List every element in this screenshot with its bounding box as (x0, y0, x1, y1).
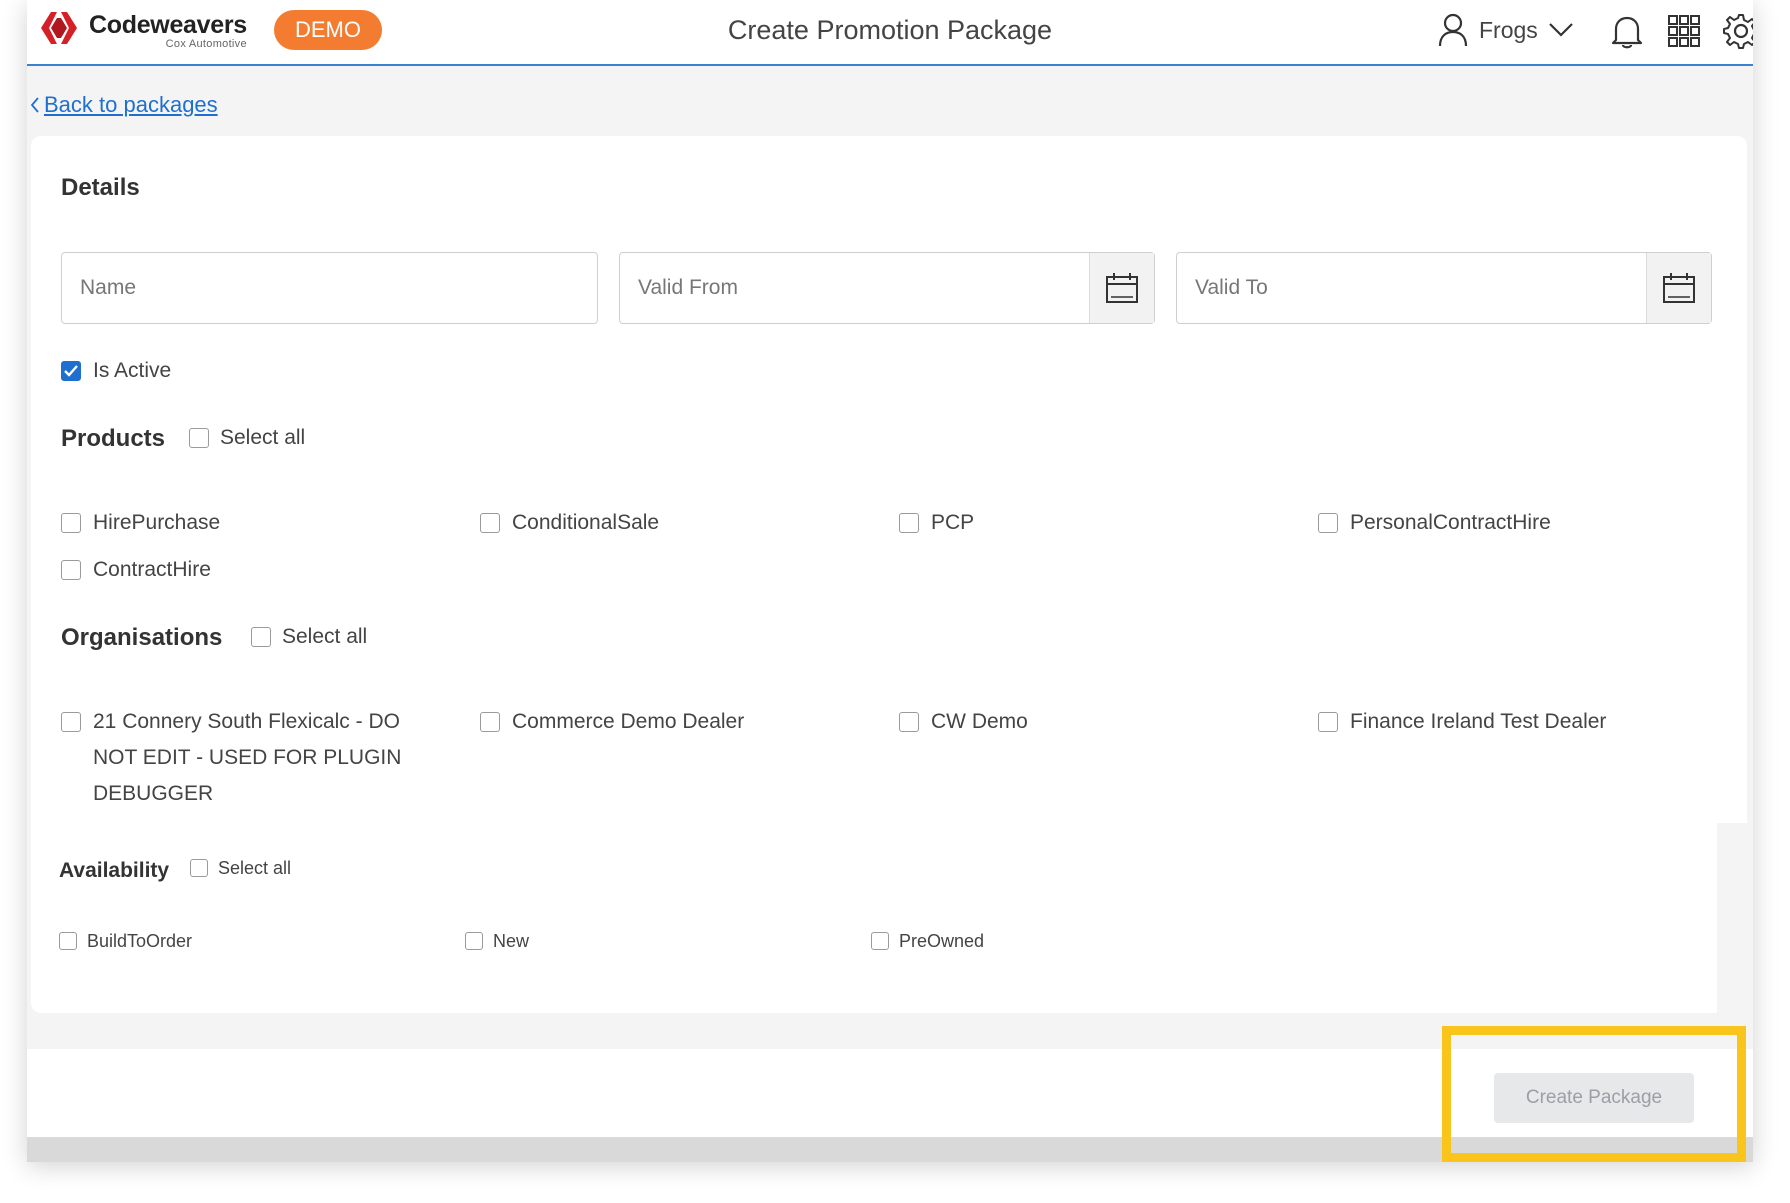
chevron-down-icon (1549, 23, 1573, 37)
availability-checkbox-buildtoorder[interactable] (59, 932, 77, 950)
calendar-icon (1663, 273, 1695, 303)
name-input[interactable] (62, 253, 597, 323)
product-checkbox-conditionalsale[interactable] (480, 513, 500, 533)
valid-to-field[interactable] (1176, 252, 1712, 324)
availability-checkbox-preowned[interactable] (871, 932, 889, 950)
codeweavers-logo-icon (41, 12, 77, 44)
products-title: Products (61, 425, 166, 452)
user-icon (1438, 13, 1468, 47)
availability-side-strip (1717, 823, 1753, 1013)
availability-title: Availability (59, 859, 170, 882)
organisation-label: 21 Connery South Flexicalc - DO NOT EDIT… (93, 710, 402, 805)
brand-name: Codeweavers (89, 11, 247, 39)
availability-select-all-checkbox[interactable] (190, 859, 208, 877)
availability-label: New (493, 931, 530, 951)
organisation-checkbox-finance-ireland[interactable] (1318, 712, 1338, 732)
details-card: Details Name Valid From Valid To Is Acti… (31, 136, 1747, 1013)
apps-grid-icon[interactable] (1665, 12, 1703, 50)
back-link-label: Back to packages (44, 92, 218, 117)
organisations-select-all-checkbox[interactable] (251, 627, 271, 647)
name-field[interactable] (61, 252, 598, 324)
organisation-checkbox-commerce-demo-dealer[interactable] (480, 712, 500, 732)
product-label: PersonalContractHire (1350, 511, 1551, 534)
products-select-all-checkbox[interactable] (189, 428, 209, 448)
demo-badge: DEMO (274, 10, 382, 50)
brand: Codeweavers Cox Automotive (89, 12, 247, 50)
availability-select-all-label: Select all (218, 858, 292, 878)
organisations-title: Organisations (61, 624, 223, 651)
organisation-checkbox-connery[interactable] (61, 712, 81, 732)
product-label: HirePurchase (93, 511, 221, 534)
product-label: PCP (931, 511, 975, 534)
is-active-checkbox[interactable] (61, 361, 81, 381)
product-label: ConditionalSale (512, 511, 660, 534)
organisation-label: Commerce Demo Dealer (512, 710, 745, 733)
create-package-button[interactable]: Create Package (1494, 1073, 1694, 1123)
back-to-packages-link[interactable]: Back to packages (30, 92, 218, 118)
product-checkbox-pcp[interactable] (899, 513, 919, 533)
gear-icon[interactable] (1722, 12, 1753, 50)
product-checkbox-hirepurchase[interactable] (61, 513, 81, 533)
is-active-label: Is Active (93, 359, 172, 382)
valid-from-calendar-button[interactable] (1089, 253, 1154, 323)
calendar-icon (1106, 273, 1138, 303)
valid-to-input[interactable] (1177, 253, 1647, 323)
availability-checkbox-new[interactable] (465, 932, 483, 950)
valid-to-calendar-button[interactable] (1646, 253, 1711, 323)
top-header: Codeweavers Cox Automotive DEMO Create P… (27, 0, 1753, 66)
product-checkbox-personalcontracthire[interactable] (1318, 513, 1338, 533)
valid-from-field[interactable] (619, 252, 1155, 324)
user-menu-button[interactable]: Frogs (1437, 10, 1574, 50)
availability-label: PreOwned (899, 931, 985, 951)
organisations-select-all-label: Select all (282, 625, 368, 648)
product-label: ContractHire (93, 558, 211, 581)
footer-bar (27, 1137, 1753, 1162)
checkmark-icon (64, 365, 78, 377)
product-checkbox-contracthire[interactable] (61, 560, 81, 580)
app-window: Codeweavers Cox Automotive DEMO Create P… (27, 0, 1753, 1162)
organisation-label: Finance Ireland Test Dealer (1350, 710, 1607, 733)
bell-icon[interactable] (1608, 12, 1646, 50)
chevron-left-icon (30, 97, 39, 113)
brand-subtitle: Cox Automotive (165, 38, 247, 50)
organisation-checkbox-cw-demo[interactable] (899, 712, 919, 732)
organisation-label: CW Demo (931, 710, 1028, 733)
details-title: Details (61, 174, 140, 201)
products-select-all-label: Select all (220, 426, 306, 449)
valid-from-input[interactable] (620, 253, 1090, 323)
availability-label: BuildToOrder (87, 931, 193, 951)
user-name: Frogs (1479, 16, 1538, 43)
